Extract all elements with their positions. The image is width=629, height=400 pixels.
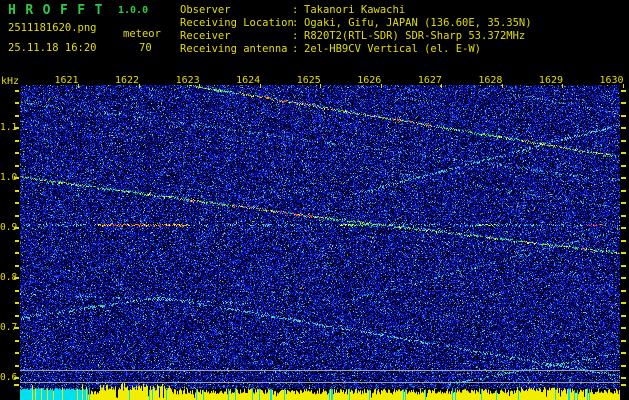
- axis-tick: [15, 89, 19, 92]
- axis-tick: [15, 339, 19, 342]
- axis-tick: [621, 252, 626, 254]
- axis-tick: [15, 352, 19, 354]
- axis-tick: [621, 364, 626, 367]
- timestamp: 25.11.18 16:20: [8, 42, 97, 54]
- axis-tick: [15, 189, 19, 192]
- time-tick-label: 1625: [296, 75, 321, 86]
- axis-tick: [621, 339, 626, 342]
- info-label: Receiving antenna: [180, 43, 288, 55]
- output-filename: 2511181620.png: [8, 22, 97, 34]
- axis-tick: [621, 164, 626, 167]
- freq-tick-label: 0.7: [0, 322, 18, 333]
- axis-tick: [621, 277, 626, 279]
- info-value: 2el-HB9CV Vertical (el. E-W): [304, 43, 482, 55]
- axis-tick: [621, 377, 626, 379]
- time-tick-label: 1626: [357, 75, 382, 86]
- time-tick-label: 1627: [417, 75, 442, 86]
- station-info-row: Receiving antenna:2el-HB9CV Vertical (el…: [180, 43, 532, 56]
- axis-tick: [15, 139, 19, 142]
- info-label: Observer: [180, 4, 231, 16]
- time-tick-label: 1629: [538, 75, 564, 86]
- info-label: Receiving Location: [180, 17, 294, 29]
- info-separator: :: [292, 43, 299, 55]
- axis-tick: [14, 383, 19, 386]
- axis-tick: [15, 239, 19, 242]
- axis-tick: [621, 139, 626, 142]
- axis-tick: [15, 202, 19, 204]
- info-value: Ogaki, Gifu, JAPAN (136.60E, 35.35N): [304, 17, 532, 29]
- time-tick-label: 1624: [236, 75, 261, 86]
- hrofft-screenshot: HROFFT 1.0.0 2511181620.png meteor 25.11…: [0, 0, 629, 400]
- info-separator: :: [292, 4, 299, 16]
- axis-tick: [621, 383, 626, 386]
- info-separator: :: [292, 17, 299, 29]
- axis-tick: [621, 102, 626, 104]
- time-tick-label: 1628: [478, 75, 503, 86]
- freq-axis-unit: kHz: [1, 76, 20, 87]
- info-separator: :: [292, 30, 299, 42]
- axis-tick: [621, 214, 626, 217]
- axis-tick: [15, 164, 19, 167]
- time-tick-label: 1621: [54, 75, 79, 86]
- axis-tick: [621, 302, 626, 304]
- axis-tick: [15, 264, 19, 267]
- freq-tick-label: 0.6: [0, 372, 18, 383]
- mode-label: meteor: [123, 28, 161, 40]
- axis-tick: [15, 302, 19, 304]
- axis-tick: [621, 239, 626, 242]
- axis-tick: [15, 252, 19, 254]
- axis-tick: [621, 89, 626, 92]
- time-tick-label: 1630: [599, 75, 624, 86]
- axis-tick: [621, 352, 626, 354]
- info-label: Receiver: [180, 30, 231, 42]
- axis-tick: [15, 152, 19, 154]
- axis-tick: [15, 289, 19, 292]
- station-info-block: Observer: Takanori Kawachi Receiving Locat…: [180, 4, 532, 56]
- axis-tick: [621, 127, 626, 129]
- time-tick-label: 1622: [115, 75, 140, 86]
- axis-tick: [621, 152, 626, 154]
- freq-tick-label: 1.1: [0, 122, 18, 133]
- axis-tick: [621, 264, 626, 267]
- station-info-row: Receiver: R820T2(RTL-SDR) SDR-Sharp 53.37…: [180, 30, 532, 43]
- freq-tick-label: 0.8: [0, 272, 18, 283]
- time-tick-label: 1623: [175, 75, 200, 86]
- axis-tick: [621, 227, 626, 229]
- freq-tick-label: 1.0: [0, 172, 18, 183]
- axis-tick: [621, 289, 626, 292]
- info-value: Takanori Kawachi: [304, 4, 406, 16]
- axis-tick: [621, 327, 626, 329]
- axis-tick: [621, 202, 626, 204]
- axis-tick: [621, 114, 626, 117]
- axis-tick: [15, 314, 19, 317]
- app-title: HROFFT: [8, 3, 112, 18]
- echo-count: 70: [139, 42, 152, 54]
- info-value: R820T2(RTL-SDR) SDR-Sharp 53.372MHz: [304, 30, 526, 42]
- axis-tick: [621, 177, 626, 179]
- axis-tick: [15, 114, 19, 117]
- axis-tick: [15, 102, 19, 104]
- station-info-row: Observer: Takanori Kawachi: [180, 4, 532, 17]
- axis-tick: [621, 189, 626, 192]
- axis-tick: [621, 314, 626, 317]
- app-version: 1.0.0: [118, 5, 149, 16]
- axis-tick: [15, 364, 19, 367]
- station-info-row: Receiving Location: Ogaki, Gifu, JAPAN (1…: [180, 17, 532, 30]
- freq-tick-label: 0.9: [0, 222, 18, 233]
- spectrogram-canvas: [20, 85, 620, 400]
- axis-tick: [15, 214, 19, 217]
